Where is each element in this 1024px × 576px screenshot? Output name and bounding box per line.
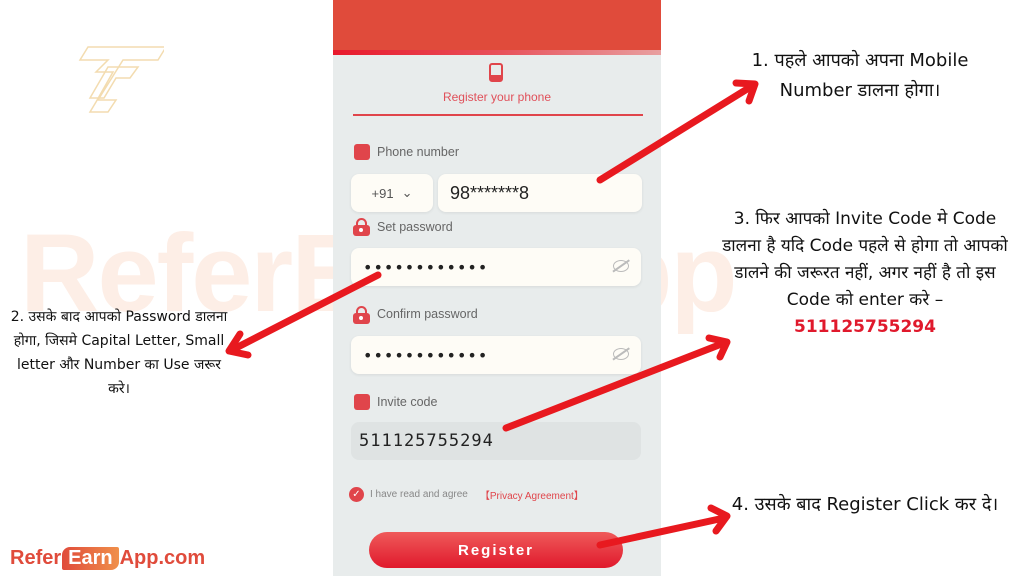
step1-note: 1. पहले आपको अपना Mobile Number डालना हो… (751, 50, 969, 101)
invite-code-input[interactable]: 511125755294 (351, 422, 641, 460)
confirm-password-input[interactable]: •••••••••••• (351, 336, 641, 374)
register-button[interactable]: Register (369, 532, 623, 568)
agree-text: I have read and agree (370, 489, 468, 500)
brand-part1: Refer (10, 547, 62, 569)
phone-number-input[interactable]: 98*******8 (438, 174, 642, 212)
brand-logo: Refer Earn App.com (10, 547, 205, 570)
lock-icon (353, 218, 370, 236)
tc-logo-icon (78, 46, 164, 113)
mobile-phone-icon (489, 63, 503, 82)
invite-code-label: Invite code (377, 395, 438, 409)
step3-invite-code: 511125755294 (794, 317, 936, 337)
header-gradient-bar (333, 50, 661, 55)
set-password-input[interactable]: •••••••••••• (351, 248, 641, 286)
set-password-label: Set password (377, 220, 453, 234)
registration-form: Register your phone Phone number +91 ⌄ 9… (333, 0, 661, 576)
brand-part2: Earn (62, 547, 119, 570)
step4-note: 4. उसके बाद Register Click कर दे। (731, 494, 999, 515)
eye-off-icon[interactable] (613, 348, 629, 360)
invite-code-icon (354, 394, 370, 410)
chevron-down-icon: ⌄ (401, 185, 413, 200)
country-code-select[interactable]: +91 ⌄ (351, 174, 433, 212)
confirm-password-value: •••••••••••• (363, 345, 489, 365)
step2-note: 2. उसके बाद आपको Password डालना होगा, जि… (10, 309, 228, 397)
tab-underline (353, 114, 643, 116)
phone-number-label: Phone number (377, 145, 460, 159)
register-phone-tab[interactable]: Register your phone (333, 90, 661, 104)
country-code-value: +91 (371, 185, 394, 201)
privacy-agreement-link[interactable]: 【Privacy Agreement】 (480, 487, 584, 502)
checkbox-checked-icon[interactable]: ✓ (349, 487, 364, 502)
phone-field-icon (354, 144, 370, 160)
step3-text: 3. फिर आपको Invite Code मे Code डालना है… (722, 209, 1008, 310)
set-password-value: •••••••••••• (363, 257, 489, 277)
confirm-password-label: Confirm password (377, 307, 478, 321)
lock-icon (353, 306, 370, 324)
agreement-row: ✓ I have read and agree 【Privacy Agreeme… (349, 487, 584, 502)
eye-off-icon[interactable] (613, 260, 629, 272)
brand-part3: App.com (119, 547, 206, 569)
app-header (333, 0, 661, 52)
step3-note: 3. फिर आपको Invite Code मे Code डालना है… (720, 206, 1010, 341)
